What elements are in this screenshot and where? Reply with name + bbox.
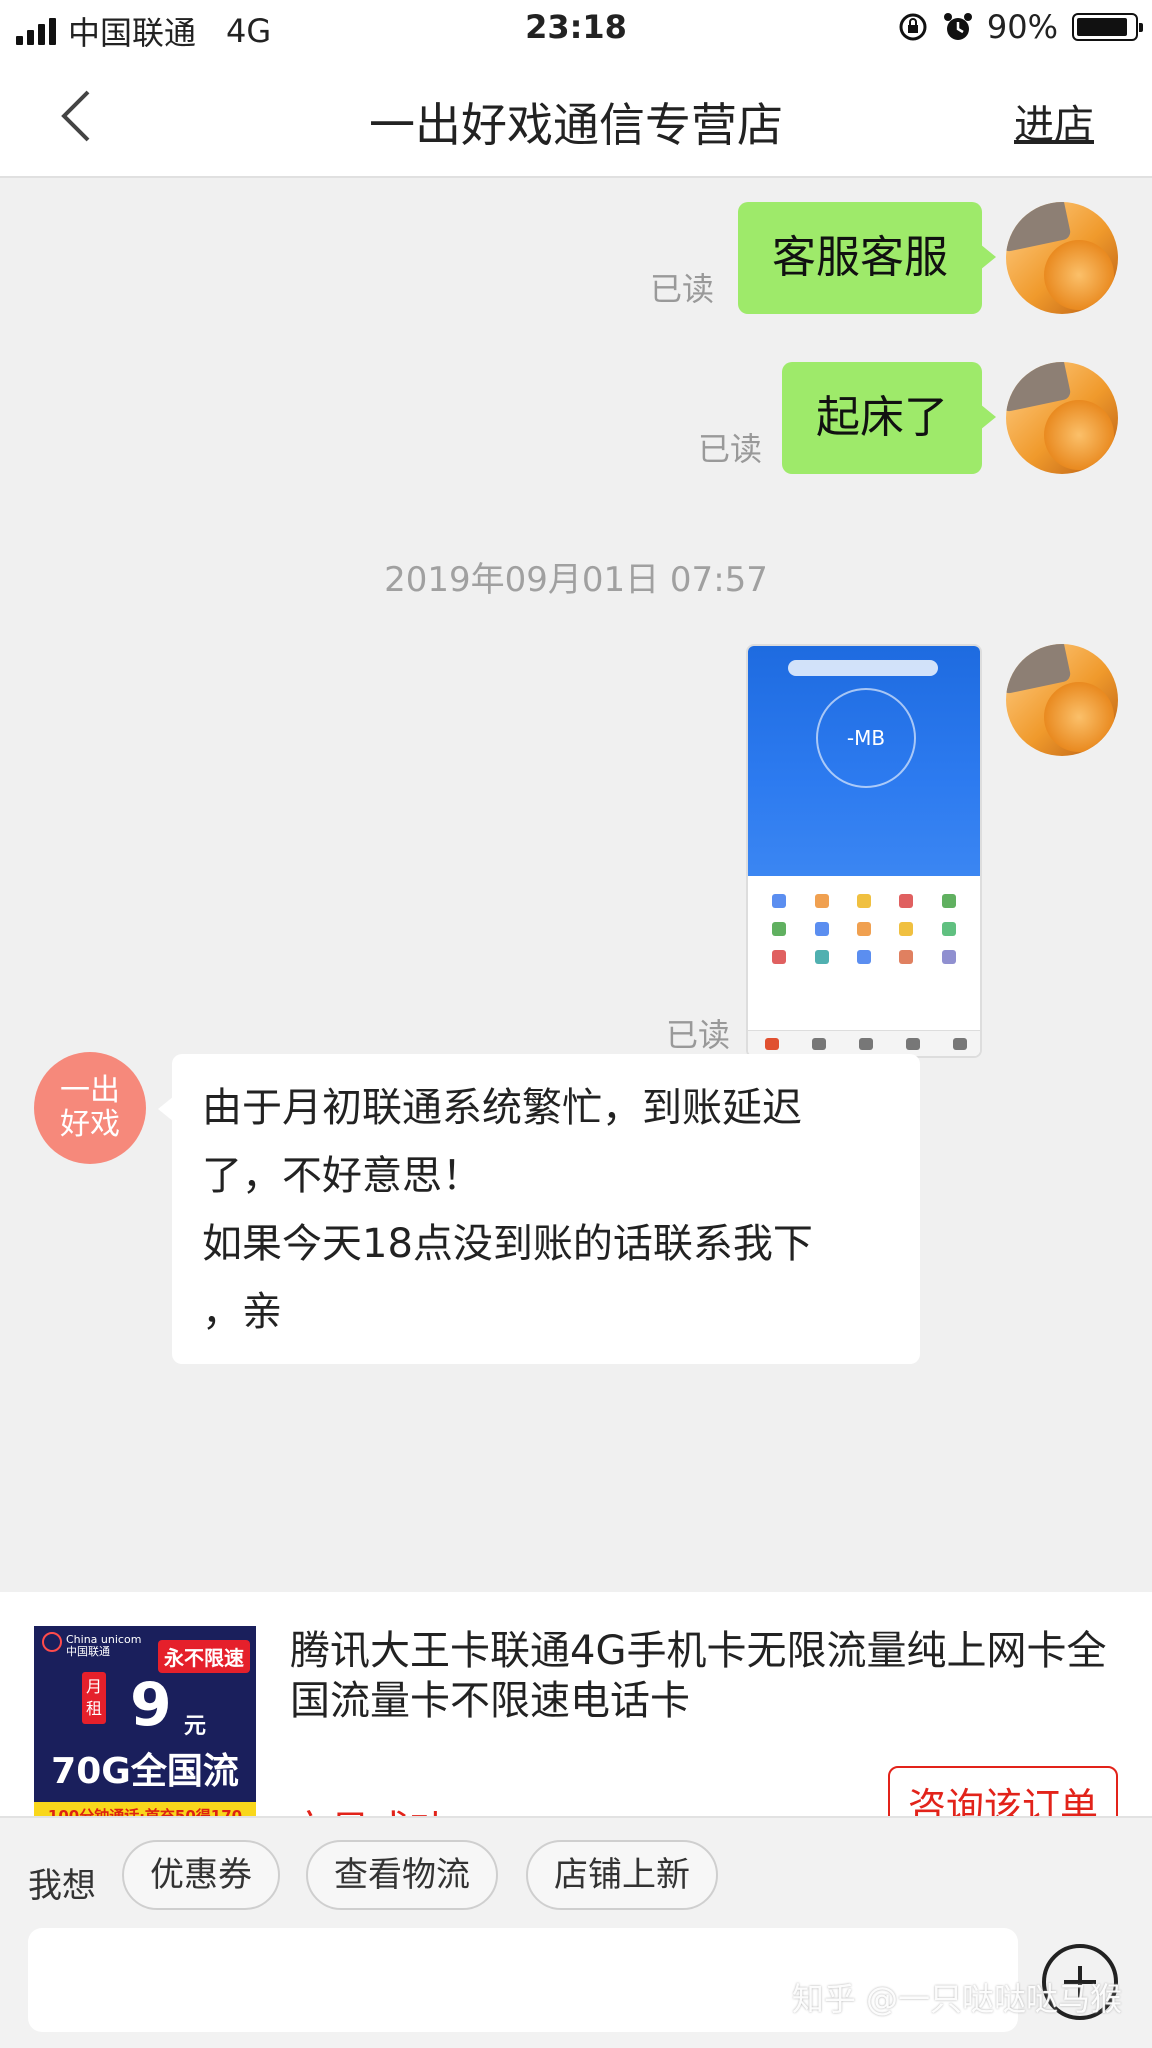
image-message[interactable]: -MB bbox=[746, 644, 982, 1058]
coupon-chip[interactable]: 优惠券 bbox=[122, 1840, 280, 1910]
screenshot-search-bar bbox=[788, 660, 938, 676]
chat-area[interactable]: 已读 客服客服 已读 起床了 2019年09月01日 07:57 已读 -MB … bbox=[0, 178, 1152, 1592]
chat-timestamp: 2019年09月01日 07:57 bbox=[384, 560, 768, 600]
message-line: 了，不好意思！ bbox=[202, 1153, 482, 1199]
product-title[interactable]: 腾讯大王卡联通4G手机卡无限流量纯上网卡全国流量卡不限速电话卡 bbox=[290, 1626, 1130, 1726]
message-line: 由于月初联通系统繁忙，到账延迟 bbox=[202, 1085, 802, 1131]
status-bar: 中国联通 4G 23:18 90% bbox=[0, 0, 1152, 56]
product-image[interactable]: China unicom中国联通 永不限速 月租 9 元 70G全国流量 100… bbox=[34, 1626, 256, 1816]
product-strip: 100分钟通话·首充50得170 bbox=[34, 1802, 256, 1816]
consult-order-button[interactable]: 咨询该订单 bbox=[888, 1766, 1118, 1816]
alarm-icon bbox=[943, 13, 972, 40]
screenshot-data-value: -MB bbox=[846, 726, 886, 750]
product-badge: 永不限速 bbox=[158, 1640, 250, 1673]
order-status: 交易成功 bbox=[290, 1798, 450, 1816]
battery-level bbox=[1077, 18, 1128, 36]
new-arrivals-chip[interactable]: 店铺上新 bbox=[526, 1840, 718, 1910]
battery-percent: 90% bbox=[986, 8, 1058, 46]
user-avatar[interactable] bbox=[1006, 362, 1118, 474]
read-receipt: 已读 bbox=[697, 430, 762, 468]
shop-avatar-line: 一出 bbox=[60, 1073, 120, 1108]
message-line: 如果今天18点没到账的话联系我下 bbox=[202, 1221, 813, 1267]
shop-message-bubble[interactable]: 由于月初联通系统繁忙，到账延迟 了，不好意思！ 如果今天18点没到账的话联系我下… bbox=[158, 1054, 920, 1364]
read-receipt: 已读 bbox=[649, 270, 714, 308]
product-price-unit: 元 bbox=[184, 1714, 207, 1739]
status-right: 90% bbox=[897, 8, 1143, 46]
track-shipping-chip[interactable]: 查看物流 bbox=[306, 1840, 498, 1910]
screenshot-icon-grid bbox=[748, 876, 980, 982]
message-bubble[interactable]: 客服客服 bbox=[738, 202, 996, 314]
product-rent-label: 月租 bbox=[82, 1672, 106, 1724]
user-avatar[interactable] bbox=[1006, 644, 1118, 756]
user-avatar[interactable] bbox=[1006, 202, 1118, 314]
bottom-bar: 我想 优惠券 查看物流 店铺上新 知乎 @一只哒哒哒马猴 bbox=[0, 1816, 1152, 2048]
message-bubble[interactable]: 起床了 bbox=[782, 362, 996, 474]
product-price: 9 bbox=[130, 1670, 172, 1740]
order-card[interactable]: China unicom中国联通 永不限速 月租 9 元 70G全国流量 100… bbox=[0, 1592, 1152, 1816]
shop-avatar-line: 好戏 bbox=[60, 1107, 120, 1142]
message-line: ，亲 bbox=[202, 1289, 282, 1335]
enter-store-link[interactable]: 进店 bbox=[1014, 92, 1094, 150]
unicom-logo-icon bbox=[42, 1632, 62, 1652]
battery-icon bbox=[1072, 13, 1143, 41]
page-title: 一出好戏通信专营店 bbox=[369, 98, 783, 152]
product-brand: China unicom中国联通 bbox=[66, 1633, 142, 1658]
quick-reply-prompt: 我想 bbox=[28, 1866, 96, 1906]
screenshot-header: -MB bbox=[748, 646, 980, 876]
watermark: 知乎 @一只哒哒哒马猴 bbox=[791, 1980, 1122, 2018]
read-receipt: 已读 bbox=[665, 1016, 730, 1054]
nav-bar: 一出好戏通信专营店 进店 bbox=[0, 56, 1152, 178]
shop-avatar[interactable]: 一出 好戏 bbox=[34, 1052, 146, 1164]
screenshot-tab-bar bbox=[748, 1030, 980, 1056]
rotation-lock-icon bbox=[899, 13, 927, 41]
